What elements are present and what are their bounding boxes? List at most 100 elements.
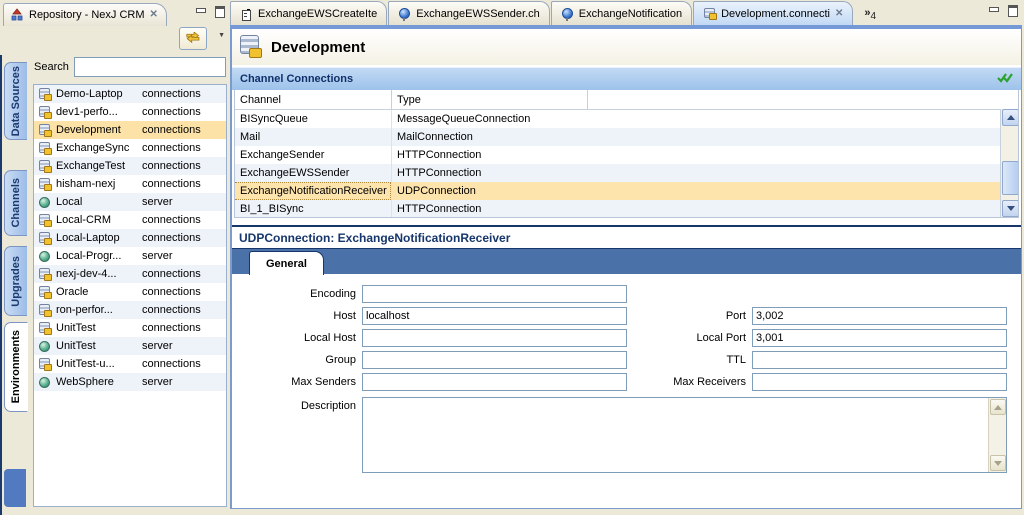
- tree-item[interactable]: Oracle connections: [34, 283, 226, 301]
- description-field[interactable]: [362, 397, 1007, 473]
- description-scrollbar[interactable]: [988, 398, 1006, 472]
- tree-item-type: connections: [142, 124, 201, 136]
- type-cell[interactable]: HTTPConnection: [391, 164, 587, 182]
- tree-item-name: Oracle: [56, 286, 134, 298]
- field-input[interactable]: [362, 351, 627, 369]
- tree-item[interactable]: WebSphere server: [34, 373, 226, 391]
- tree-item[interactable]: dev1-perfo... connections: [34, 103, 226, 121]
- scroll-up-icon[interactable]: [990, 399, 1006, 415]
- category-tab[interactable]: Environments: [4, 322, 28, 412]
- channel-row[interactable]: BI_1_BISync HTTPConnection: [235, 200, 1018, 218]
- channel-cell[interactable]: BISyncQueue: [235, 110, 391, 128]
- tree-item[interactable]: Local server: [34, 193, 226, 211]
- field-input[interactable]: [752, 329, 1007, 347]
- category-tab-label: Upgrades: [10, 256, 22, 307]
- field-label: Encoding: [232, 288, 362, 300]
- editor-header: Development: [232, 29, 1021, 65]
- channel-cell[interactable]: ExchangeEWSSender: [235, 164, 391, 182]
- tree-item[interactable]: Demo-Laptop connections: [34, 85, 226, 103]
- scroll-down-icon[interactable]: [1002, 200, 1019, 217]
- link-with-editor-button[interactable]: [179, 27, 207, 50]
- tree-item-type: server: [142, 376, 173, 388]
- empty-cell: [587, 200, 1018, 218]
- search-input[interactable]: [74, 57, 226, 77]
- tree-item-name: Local-Laptop: [56, 232, 134, 244]
- tree-item[interactable]: UnitTest connections: [34, 319, 226, 337]
- scroll-up-icon[interactable]: [1002, 109, 1019, 126]
- tree-item-name: ron-perfor...: [56, 304, 134, 316]
- tree-item-type: connections: [142, 268, 201, 280]
- tree-item[interactable]: ron-perfor... connections: [34, 301, 226, 319]
- category-tab[interactable]: Channels: [4, 170, 27, 236]
- tree-item[interactable]: hisham-nexj connections: [34, 175, 226, 193]
- connections-icon: [38, 124, 51, 137]
- tree-item[interactable]: UnitTest server: [34, 337, 226, 355]
- type-cell[interactable]: HTTPConnection: [391, 146, 587, 164]
- column-header-type[interactable]: Type: [391, 90, 587, 109]
- field-input[interactable]: [362, 329, 627, 347]
- scrollbar-thumb[interactable]: [1002, 161, 1019, 195]
- tree-item[interactable]: UnitTest-u... connections: [34, 355, 226, 373]
- tree-item[interactable]: ExchangeSync connections: [34, 139, 226, 157]
- channel-row[interactable]: BISyncQueue MessageQueueConnection: [235, 110, 1018, 128]
- channel-cell[interactable]: BI_1_BISync: [235, 200, 391, 218]
- tab-overflow-button[interactable]: »4: [864, 7, 876, 25]
- tab-general[interactable]: General: [249, 251, 324, 275]
- field-input[interactable]: [362, 285, 627, 303]
- editor-window-controls: [988, 5, 1018, 15]
- editor-tab[interactable]: Development.connecti ✕: [693, 1, 853, 25]
- channel-row[interactable]: Mail MailConnection: [235, 128, 1018, 146]
- scroll-down-icon[interactable]: [990, 455, 1006, 471]
- connections-icon: [38, 178, 51, 191]
- channel-row[interactable]: ExchangeNotificationReceiver UDPConnecti…: [235, 182, 1018, 200]
- table-scrollbar[interactable]: [1000, 109, 1018, 217]
- validation-check-icon: [997, 71, 1013, 87]
- column-header-channel[interactable]: Channel: [235, 90, 391, 109]
- channel-cell[interactable]: ExchangeNotificationReceiver: [235, 182, 391, 200]
- type-cell[interactable]: HTTPConnection: [391, 200, 587, 218]
- category-tab[interactable]: Data Sources: [4, 62, 27, 140]
- editor-tab[interactable]: ExchangeNotification ✕: [551, 1, 692, 25]
- type-cell[interactable]: UDPConnection: [391, 182, 587, 200]
- view-menu-dropdown-icon[interactable]: ▼: [218, 32, 225, 39]
- tree-item-type: server: [142, 250, 173, 262]
- type-cell[interactable]: MailConnection: [391, 128, 587, 146]
- tree-item[interactable]: Local-CRM connections: [34, 211, 226, 229]
- minimize-icon[interactable]: [988, 5, 999, 15]
- repository-toolbar: ▼: [2, 25, 229, 52]
- channel-cell[interactable]: ExchangeSender: [235, 146, 391, 164]
- tree-item-name: hisham-nexj: [56, 178, 134, 190]
- field-label: TTL: [627, 354, 752, 366]
- channel-row[interactable]: ExchangeEWSSender HTTPConnection: [235, 164, 1018, 182]
- tree-item[interactable]: Local-Progr... server: [34, 247, 226, 265]
- repository-view-tab[interactable]: Repository - NexJ CRM ✕: [3, 3, 167, 26]
- channel-row[interactable]: ExchangeSender HTTPConnection: [235, 146, 1018, 164]
- category-tab[interactable]: Upgrades: [4, 246, 27, 316]
- tree-item[interactable]: Local-Laptop connections: [34, 229, 226, 247]
- tree-item-name: UnitTest: [56, 340, 134, 352]
- tree-item-type: connections: [142, 322, 201, 334]
- maximize-icon[interactable]: [214, 6, 225, 16]
- editor-tab-icon: [703, 7, 716, 21]
- close-icon[interactable]: ✕: [835, 9, 843, 19]
- field-input[interactable]: [362, 307, 627, 325]
- editor-tab[interactable]: ExchangeEWSSender.ch ✕: [388, 1, 550, 25]
- field-input[interactable]: [752, 373, 1007, 391]
- field-input[interactable]: [362, 373, 627, 391]
- tree-item[interactable]: nexj-dev-4... connections: [34, 265, 226, 283]
- tree-item-type: connections: [142, 160, 201, 172]
- tree-item-type: connections: [142, 214, 201, 226]
- field-input[interactable]: [752, 351, 1007, 369]
- channel-cell[interactable]: Mail: [235, 128, 391, 146]
- close-icon[interactable]: ✕: [150, 10, 158, 20]
- field-input[interactable]: [752, 307, 1007, 325]
- tree-item-name: dev1-perfo...: [56, 106, 134, 118]
- tree-item[interactable]: Development connections: [34, 121, 226, 139]
- minimize-icon[interactable]: [195, 6, 206, 16]
- tree-item[interactable]: ExchangeTest connections: [34, 157, 226, 175]
- connections-icon: [38, 358, 51, 371]
- connections-icon: [38, 286, 51, 299]
- type-cell[interactable]: MessageQueueConnection: [391, 110, 587, 128]
- editor-tab[interactable]: ExchangeEWSCreateIte ✕: [230, 1, 387, 25]
- maximize-icon[interactable]: [1007, 5, 1018, 15]
